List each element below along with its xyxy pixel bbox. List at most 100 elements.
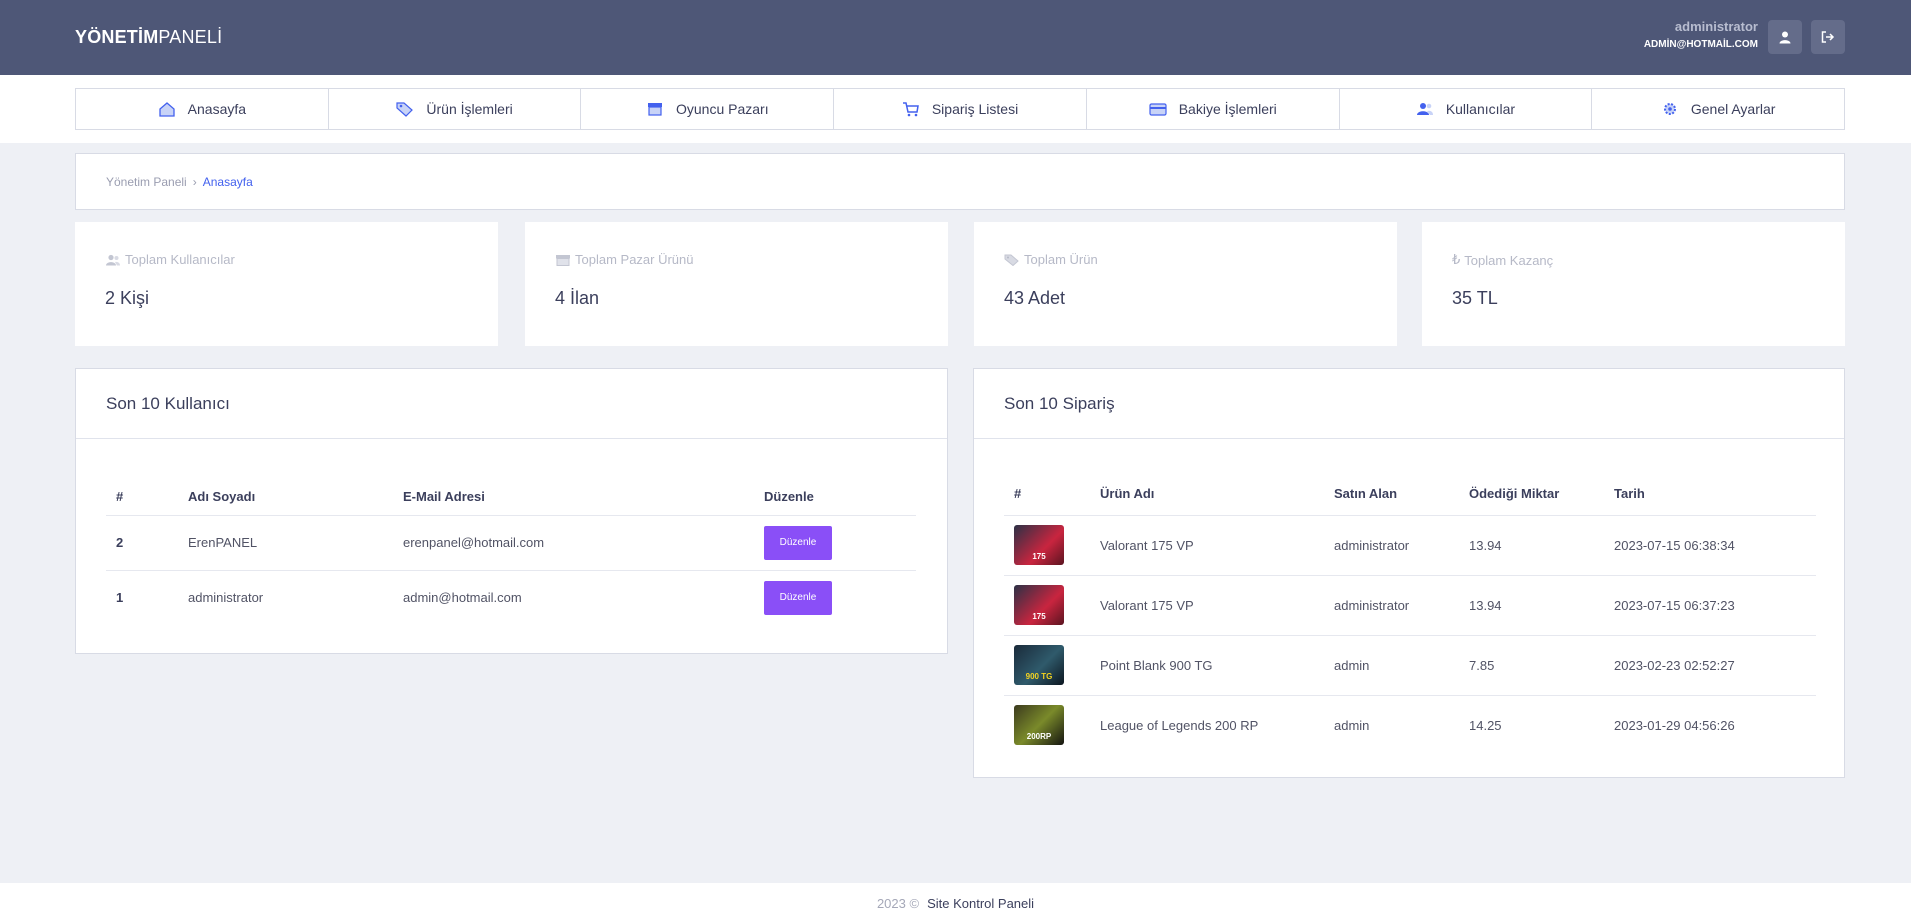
breadcrumb-card: Yönetim Paneli › Anasayfa	[75, 153, 1845, 210]
nav-label: Kullanıcılar	[1445, 101, 1516, 117]
footer-site-name[interactable]: Site Kontrol Paneli	[927, 896, 1034, 911]
users-icon	[106, 254, 120, 265]
stat-card-products: Toplam Ürün 43 Adet	[974, 222, 1397, 346]
recent-orders-panel: Son 10 Sipariş # Ürün Adı Satın Alan Öde…	[973, 368, 1845, 778]
users-icon	[1416, 103, 1433, 115]
breadcrumb: Yönetim Paneli › Anasayfa	[106, 175, 253, 189]
column-header: Ödediği Miktar	[1459, 473, 1604, 516]
nav-label: Sipariş Listesi	[931, 101, 1019, 117]
stat-label: Toplam Kullanıcılar	[105, 252, 235, 267]
nav-label: Genel Ayarlar	[1690, 101, 1776, 117]
user-id: 1	[116, 590, 124, 606]
column-header: Düzenle	[754, 479, 916, 516]
tag-icon	[396, 102, 414, 117]
product-name: Point Blank 900 TG	[1090, 635, 1324, 696]
user-name: ErenPANEL	[178, 515, 393, 571]
stat-card-users: Toplam Kullanıcılar 2 Kişi	[75, 222, 498, 346]
stat-label: Toplam Ürün	[1004, 252, 1098, 267]
table-row: 900 TG Point Blank 900 TG admin 7.85 202…	[1004, 635, 1816, 696]
stat-label-text: Toplam Kullanıcılar	[125, 252, 235, 267]
date: 2023-02-23 02:52:27	[1604, 635, 1816, 696]
lira-icon: ₺	[1452, 252, 1461, 267]
amount: 7.85	[1459, 635, 1604, 696]
product-name: League of Legends 200 RP	[1100, 717, 1259, 733]
tag-icon	[1004, 254, 1019, 266]
user-name: administrator	[1674, 19, 1758, 34]
stat-value: 4 İlan	[555, 288, 600, 308]
user-id: 2	[106, 515, 178, 571]
orders-table: # Ürün Adı Satın Alan Ödediği Miktar Tar…	[1004, 473, 1816, 755]
buyer: admin	[1334, 717, 1370, 733]
column-header: Ürün Adı	[1090, 473, 1324, 516]
date: 2023-07-15 06:37:23	[1604, 575, 1816, 636]
buyer: administrator	[1324, 515, 1459, 576]
logout-button[interactable]	[1811, 20, 1845, 54]
user-icon	[1779, 31, 1791, 43]
user-email: erenpanel@hotmail.com	[393, 515, 754, 571]
nav-item-genel-ayarlar[interactable]: Genel Ayarlar	[1592, 89, 1844, 129]
nav-item-anasayfa[interactable]: Anasayfa	[76, 89, 329, 129]
nav-label: Bakiye İşlemleri	[1178, 101, 1277, 117]
nav-item-oyuncu-pazari[interactable]: Oyuncu Pazarı	[581, 89, 835, 129]
amount: 13.94	[1459, 575, 1604, 636]
column-header: Adı Soyadı	[178, 479, 393, 516]
store-icon	[556, 254, 570, 266]
main-nav: Anasayfa Ürün İşlemleri Oyuncu Pazarı Si…	[75, 88, 1845, 130]
edit-button[interactable]: Düzenle	[764, 525, 832, 560]
table-row: 1 administrator admin@hotmail.com Düzenl…	[106, 570, 916, 625]
user-email: admin@hotmail.com	[403, 590, 522, 606]
amount: 14.25	[1469, 717, 1502, 733]
footer: 2023 © Site Kontrol Paneli	[0, 883, 1911, 924]
date: 2023-01-29 04:56:26	[1614, 717, 1735, 733]
thumb-cell: 175	[1004, 515, 1090, 576]
edit-cell: Düzenle	[754, 515, 916, 571]
nav-label: Oyuncu Pazarı	[675, 101, 769, 117]
nav-item-bakiye-islemleri[interactable]: Bakiye İşlemleri	[1087, 89, 1340, 129]
column-header: #	[106, 479, 178, 516]
column-header: #	[1004, 473, 1090, 516]
product-thumbnail: 200RP	[1014, 705, 1064, 746]
user-email: ADMİN@HOTMAİL.COM	[1643, 39, 1758, 50]
brand-light: PANELİ	[158, 27, 223, 47]
edit-cell: Düzenle	[754, 570, 916, 625]
thumb-cell: 200RP	[1004, 695, 1090, 755]
stat-card-earnings: ₺ Toplam Kazanç 35 TL	[1422, 222, 1845, 346]
nav-item-kullanicilar[interactable]: Kullanıcılar	[1340, 89, 1593, 129]
user-info: administrator ADMİN@HOTMAİL.COM	[1644, 19, 1758, 50]
table-header-row: # Adı Soyadı E-Mail Adresi Düzenle	[106, 479, 916, 516]
stat-label-text: Toplam Ürün	[1024, 252, 1098, 267]
column-header: Satın Alan	[1324, 473, 1459, 516]
logout-icon	[1821, 31, 1835, 43]
edit-button[interactable]: Düzenle	[764, 580, 832, 615]
column-header: E-Mail Adresi	[393, 479, 754, 516]
product-name: Valorant 175 VP	[1090, 575, 1324, 636]
brand-logo[interactable]: YÖNETİMPANELİ	[75, 27, 222, 48]
stat-value: 43 Adet	[1004, 288, 1066, 308]
cart-icon	[902, 102, 919, 117]
breadcrumb-root[interactable]: Yönetim Paneli	[106, 175, 187, 189]
brand-bold: YÖNETİM	[75, 27, 159, 47]
recent-users-panel: Son 10 Kullanıcı # Adı Soyadı E-Mail Adr…	[75, 368, 948, 654]
top-bar: YÖNETİMPANELİ administrator ADMİN@HOTMAİ…	[0, 0, 1911, 75]
stat-label-text: Toplam Kazanç	[1464, 252, 1554, 268]
product-thumbnail: 175	[1014, 585, 1064, 625]
buyer: admin	[1324, 635, 1459, 696]
stat-value: 35 TL	[1452, 288, 1498, 308]
nav-item-siparis-listesi[interactable]: Sipariş Listesi	[834, 89, 1087, 129]
buyer: administrator	[1324, 575, 1459, 636]
stat-label: ₺ Toplam Kazanç	[1452, 252, 1553, 268]
users-table: # Adı Soyadı E-Mail Adresi Düzenle 2 Ere…	[106, 479, 916, 625]
column-header: Tarih	[1604, 473, 1816, 516]
product-thumbnail: 175	[1014, 525, 1064, 565]
stat-label: Toplam Pazar Ürünü	[555, 252, 694, 267]
product-name: Valorant 175 VP	[1090, 515, 1324, 576]
table-row: 175 Valorant 175 VP administrator 13.94 …	[1004, 575, 1816, 636]
nav-item-urun-islemleri[interactable]: Ürün İşlemleri	[329, 89, 582, 129]
store-icon	[647, 103, 662, 116]
date: 2023-07-15 06:38:34	[1604, 515, 1816, 576]
nav-label: Ürün İşlemleri	[426, 101, 513, 117]
breadcrumb-separator: ›	[192, 175, 197, 189]
nav-label: Anasayfa	[187, 101, 247, 117]
table-row: 200RP League of Legends 200 RP admin 14.…	[1004, 695, 1816, 755]
profile-button[interactable]	[1768, 20, 1802, 54]
